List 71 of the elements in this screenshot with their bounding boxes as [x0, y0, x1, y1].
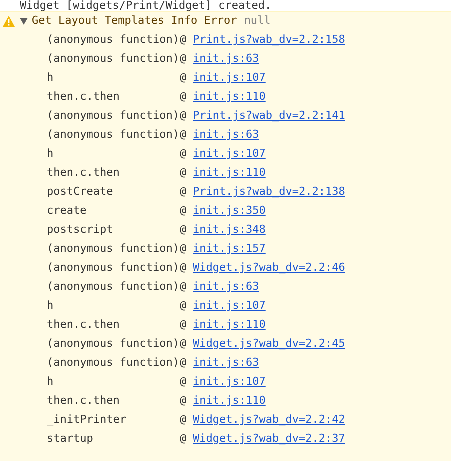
expand-toggle[interactable] [20, 18, 28, 26]
stack-function: h [47, 374, 55, 390]
at-sign: @ [180, 393, 188, 410]
at-sign: @ [180, 222, 188, 238]
source-link[interactable]: init.js:110 [193, 393, 266, 410]
stack-function: (anonymous function) [47, 241, 180, 258]
at-sign: @ [180, 317, 188, 334]
source-link[interactable]: Widget.js?wab_dv=2.2:46 [193, 260, 346, 277]
stack-function: (anonymous function) [47, 279, 180, 296]
at-sign: @ [180, 146, 188, 162]
source-link[interactable]: init.js:348 [193, 222, 266, 239]
stack-function: then.c.then [47, 165, 121, 182]
stack-function: postCreate [47, 184, 114, 200]
stack-function: then.c.then [47, 393, 121, 410]
source-link[interactable]: Widget.js?wab_dv=2.2:45 [193, 336, 346, 353]
stack-function: then.c.then [47, 89, 121, 106]
at-sign: @ [180, 51, 188, 68]
stack-function: h [47, 70, 55, 86]
source-link[interactable]: init.js:63 [193, 355, 260, 372]
source-link[interactable]: init.js:107 [193, 298, 266, 315]
stack-function: then.c.then [47, 317, 121, 334]
source-link[interactable]: init.js:63 [193, 279, 260, 296]
stack-function: (anonymous function) [47, 51, 180, 68]
source-link[interactable]: Print.js?wab_dv=2.2:158 [193, 32, 346, 49]
source-link[interactable]: init.js:350 [193, 203, 266, 220]
at-sign: @ [180, 241, 188, 258]
source-link[interactable]: init.js:63 [193, 127, 260, 144]
source-link[interactable]: Widget.js?wab_dv=2.2:37 [193, 431, 346, 448]
stack-function: create [47, 203, 88, 220]
warning-message: Get Layout Templates Info Error [32, 13, 238, 30]
at-sign: @ [180, 431, 188, 448]
at-sign: @ [180, 108, 188, 124]
warning-value: null [244, 13, 271, 30]
source-link[interactable]: Print.js?wab_dv=2.2:138 [193, 184, 346, 201]
source-link[interactable]: init.js:107 [193, 146, 266, 163]
source-link[interactable]: init.js:107 [193, 70, 266, 87]
source-link[interactable]: init.js:110 [193, 317, 266, 334]
stack-function: (anonymous function) [47, 355, 180, 372]
at-sign: @ [180, 412, 188, 428]
at-sign: @ [180, 203, 188, 220]
source-link[interactable]: Print.js?wab_dv=2.2:141 [193, 108, 346, 125]
stack-function: _initPrinter [47, 412, 128, 428]
at-sign: @ [180, 279, 188, 296]
console-message: Widget [widgets/Print/Widget] created. [20, 0, 272, 12]
stack-function: postscript [47, 222, 114, 238]
at-sign: @ [180, 70, 188, 86]
stack-function: h [47, 146, 55, 162]
source-link[interactable]: init.js:63 [193, 51, 260, 68]
stack-function: (anonymous function) [47, 108, 180, 124]
source-link[interactable]: init.js:157 [193, 241, 266, 258]
at-sign: @ [180, 374, 188, 390]
stack-function: (anonymous function) [47, 32, 180, 48]
stack-function: (anonymous function) [47, 127, 180, 144]
at-sign: @ [180, 336, 188, 352]
at-sign: @ [180, 32, 188, 48]
at-sign: @ [180, 260, 188, 276]
warning-icon [3, 16, 15, 27]
at-sign: @ [180, 127, 188, 144]
stack-function: (anonymous function) [47, 336, 180, 352]
source-link[interactable]: init.js:110 [193, 89, 266, 106]
at-sign: @ [180, 355, 188, 372]
source-link[interactable]: init.js:110 [193, 165, 266, 182]
at-sign: @ [180, 89, 188, 106]
at-sign: @ [180, 184, 188, 200]
source-link[interactable]: init.js:107 [193, 374, 266, 391]
stack-function: h [47, 298, 55, 314]
at-sign: @ [180, 298, 188, 314]
at-sign: @ [180, 165, 188, 182]
source-link[interactable]: Widget.js?wab_dv=2.2:42 [193, 412, 346, 429]
stack-function: (anonymous function) [47, 260, 180, 276]
stack-function: startup [47, 431, 94, 448]
